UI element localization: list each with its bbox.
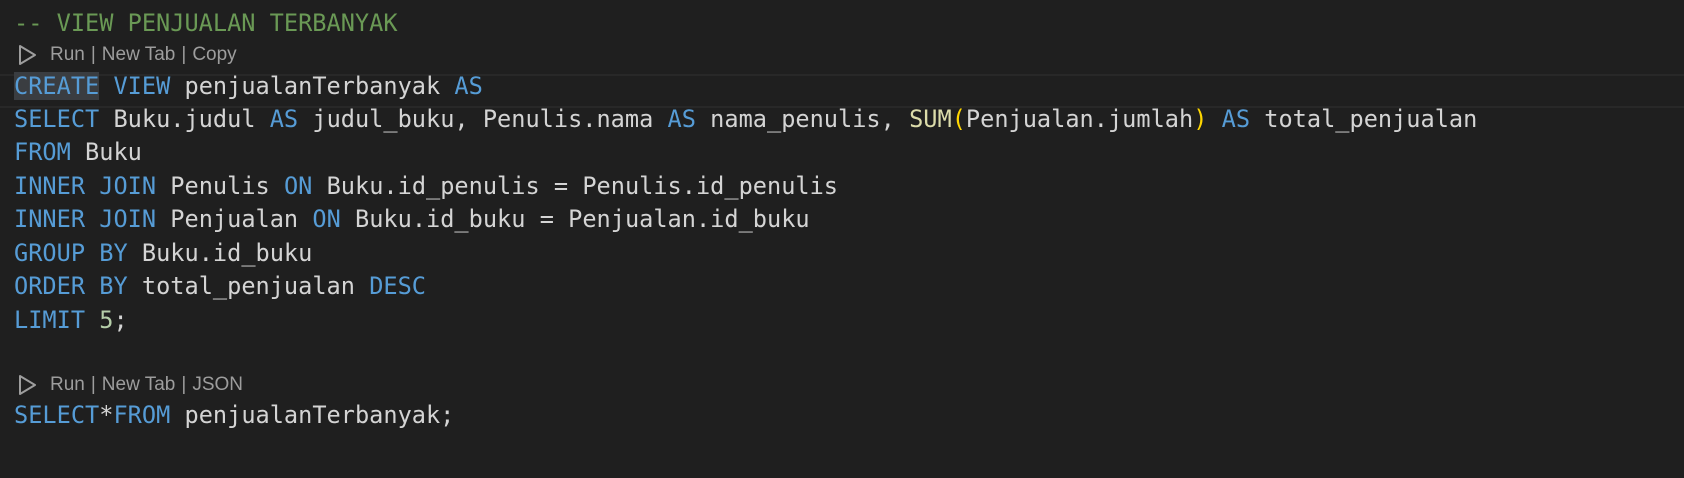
bracket: ( <box>951 105 966 133</box>
identifier: Buku.judul <box>113 105 256 133</box>
code-line-join-penjualan[interactable]: INNER JOIN Penjualan ON Buku.id_buku = P… <box>14 201 810 237</box>
operator: = <box>539 205 554 233</box>
run-icon[interactable] <box>14 42 40 68</box>
sql-editor[interactable]: -- VIEW PENJUALAN TERBANYAK Run | New Ta… <box>0 0 1684 478</box>
codelens-run-select: Run | New Tab | JSON <box>14 370 243 400</box>
identifier: Penjualan.jumlah <box>965 105 1194 133</box>
keyword: AS <box>667 105 696 133</box>
identifier: nama_penulis, <box>710 105 895 133</box>
codelens-run-create-view: Run | New Tab | Copy <box>14 40 237 70</box>
code-line-order-by[interactable]: ORDER BY total_penjualan DESC <box>14 268 426 304</box>
keyword: SELECT <box>14 105 100 133</box>
code-line-join-penulis[interactable]: INNER JOIN Penulis ON Buku.id_penulis = … <box>14 168 838 204</box>
run-link[interactable]: Run <box>50 374 85 396</box>
keyword: JOIN <box>99 205 157 233</box>
copy-link[interactable]: Copy <box>192 44 236 66</box>
keyword: VIEW <box>113 72 171 100</box>
codelens-separator: | <box>90 374 96 395</box>
keyword: ON <box>283 172 313 200</box>
run-icon[interactable] <box>14 372 40 398</box>
codelens-separator: | <box>181 374 187 395</box>
code-line-from[interactable]: FROM Buku <box>14 134 142 170</box>
code-line-group-by[interactable]: GROUP BY Buku.id_buku <box>14 235 312 271</box>
semicolon: ; <box>113 306 128 334</box>
identifier: Penulis.id_penulis <box>582 172 839 200</box>
keyword: INNER <box>14 172 86 200</box>
keyword: AS <box>1221 105 1251 133</box>
bracket: ) <box>1193 105 1208 133</box>
new-tab-link[interactable]: New Tab <box>102 374 176 396</box>
keyword: SELECT <box>14 401 100 429</box>
number-literal: 5 <box>99 306 114 334</box>
keyword: CREATE <box>14 72 100 100</box>
keyword: BY <box>99 239 128 267</box>
identifier: total_penjualan <box>1264 105 1478 133</box>
keyword: AS <box>269 105 299 133</box>
identifier: Buku.id_buku <box>355 205 526 233</box>
identifier: Penulis.nama <box>482 105 654 133</box>
keyword: INNER <box>14 205 86 233</box>
keyword: FROM <box>14 138 71 166</box>
codelens-separator: | <box>90 44 96 65</box>
identifier: penjualanTerbanyak; <box>184 401 455 429</box>
identifier: Penulis <box>170 172 270 200</box>
operator: = <box>553 172 569 200</box>
keyword: AS <box>454 72 483 100</box>
code-line-select-view[interactable]: SELECT*FROM penjualanTerbanyak; <box>14 397 454 433</box>
identifier: Buku <box>85 138 142 166</box>
identifier: total_penjualan <box>141 272 355 300</box>
run-link[interactable]: Run <box>50 44 85 66</box>
keyword: ORDER <box>14 272 86 300</box>
identifier: Buku.id_penulis <box>326 172 540 200</box>
identifier: Penjualan <box>170 205 299 233</box>
asterisk: * <box>99 401 114 429</box>
identifier: penjualanTerbanyak <box>184 72 441 100</box>
keyword: JOIN <box>99 172 157 200</box>
identifier: Penjualan.id_buku <box>568 205 810 233</box>
keyword: ON <box>312 205 341 233</box>
keyword: DESC <box>369 272 427 300</box>
new-tab-link[interactable]: New Tab <box>102 44 176 66</box>
identifier: judul_buku, <box>312 105 469 133</box>
keyword: LIMIT <box>14 306 86 334</box>
code-line-limit[interactable]: LIMIT 5; <box>14 302 128 338</box>
identifier: Buku.id_buku <box>141 239 313 267</box>
code-line-select[interactable]: SELECT Buku.judul AS judul_buku, Penulis… <box>14 101 1477 137</box>
keyword: FROM <box>113 401 171 429</box>
code-line-create-view[interactable]: CREATE VIEW penjualanTerbanyak AS <box>14 68 483 104</box>
keyword: BY <box>99 272 128 300</box>
comment-line: -- VIEW PENJUALAN TERBANYAK <box>14 9 398 37</box>
codelens-separator: | <box>181 44 187 65</box>
function-name: SUM <box>909 105 952 133</box>
keyword: GROUP <box>14 239 86 267</box>
json-link[interactable]: JSON <box>192 374 243 396</box>
